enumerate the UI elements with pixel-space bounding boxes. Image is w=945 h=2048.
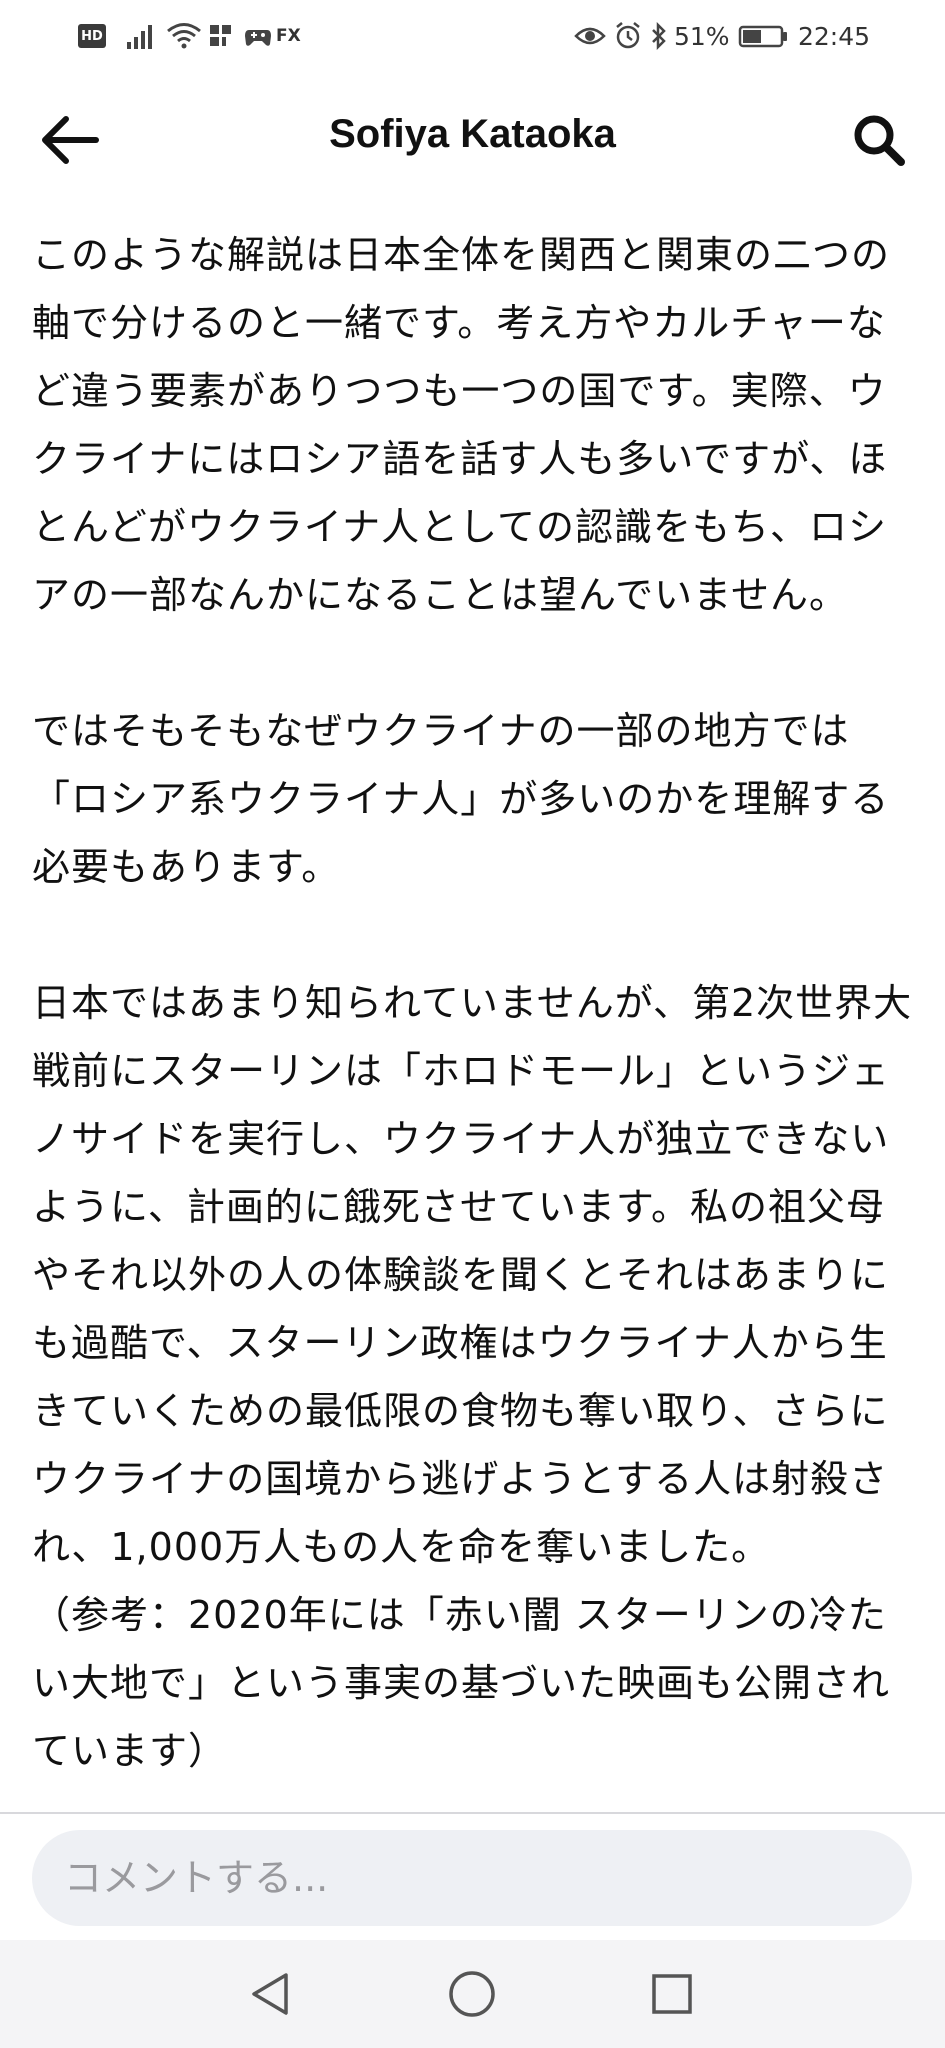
battery-percent: 51%: [674, 21, 730, 51]
article-paragraph: ではそもそもなぜウクライナの一部の地方では「ロシア系ウクライナ人」が多いのかを理…: [32, 709, 890, 889]
battery-fill: [743, 30, 761, 43]
back-arrow-icon: [42, 116, 99, 164]
comment-input[interactable]: [32, 1830, 912, 1926]
nav-back-button[interactable]: [240, 1964, 300, 2024]
comment-bar: [0, 1812, 945, 1940]
nav-recents-button[interactable]: [642, 1964, 702, 2024]
battery-icon: [738, 22, 790, 50]
page-title: Sofiya Kataoka: [329, 112, 616, 156]
game-controller-icon: [244, 22, 272, 50]
eye-icon: [574, 22, 606, 50]
search-button[interactable]: [843, 104, 915, 176]
article-paragraph: 日本ではあまり知られていませんが、第2次世界大戦前にスターリンは「ホロドモール」…: [32, 981, 913, 1569]
article-paragraph: （参考：2020年には「赤い闇 スターリンの冷たい大地で」という事実の基づいた映…: [32, 1593, 891, 1773]
hd-badge: HD: [78, 24, 106, 48]
article-body: このような解説は日本全体を関西と関東の二つの軸で分けるのと一緒です。考え方やカル…: [0, 208, 945, 1812]
alarm-icon: [614, 22, 642, 50]
article-paragraph: このような解説は日本全体を関西と関東の二つの軸で分けるのと一緒です。考え方やカル…: [32, 233, 891, 617]
system-navigation-bar: [0, 1940, 945, 2048]
back-button[interactable]: [34, 104, 106, 176]
square-recents-icon: [652, 1974, 692, 2014]
signal-icon: [126, 22, 158, 50]
app-bar: Sofiya Kataoka: [0, 72, 945, 208]
app-notification-icon: [208, 22, 236, 50]
search-icon: [854, 115, 905, 166]
wifi-icon: [166, 22, 202, 50]
nav-home-button[interactable]: [442, 1964, 502, 2024]
status-bar: HD FX 51% 22:45: [0, 0, 945, 72]
clock-time: 22:45: [798, 21, 871, 51]
screen: HD FX 51% 22:45 Sofiya Kataoka このような解説は日…: [0, 0, 945, 2048]
fx-label: FX: [276, 26, 301, 46]
bluetooth-icon: [650, 22, 668, 50]
triangle-back-icon: [252, 1973, 288, 2015]
circle-home-icon: [449, 1971, 495, 2017]
